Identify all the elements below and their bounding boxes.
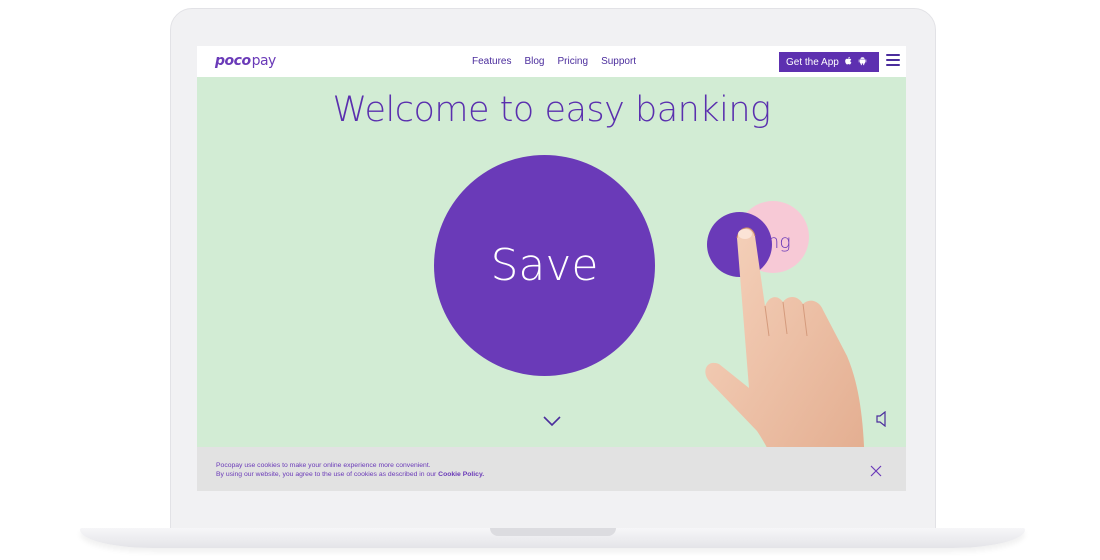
cookie-banner: Pocopay use cookies to make your online … (197, 447, 906, 491)
save-label: Save (490, 240, 599, 291)
nav-link-blog[interactable]: Blog (524, 56, 544, 67)
nav-link-features[interactable]: Features (472, 56, 511, 67)
laptop-notch (490, 528, 616, 536)
cookie-text-line2-body: By using our website, you agree to the u… (216, 471, 437, 478)
get-the-app-button[interactable]: Get the App (779, 52, 879, 72)
logo-poco: poco (215, 53, 251, 69)
speaker-icon[interactable] (876, 410, 890, 428)
cookie-policy-link[interactable]: Cookie Policy. (438, 471, 484, 478)
pocopay-logo[interactable]: pocopay (215, 53, 276, 69)
hero-title: Welcome to easy banking (332, 90, 771, 130)
nav-link-pricing[interactable]: Pricing (557, 56, 588, 67)
cookie-text: Pocopay use cookies to make your online … (216, 461, 484, 479)
save-circle[interactable]: Save (434, 155, 655, 376)
get-the-app-label: Get the App (786, 56, 839, 68)
navbar: pocopay Features Blog Pricing Support Ge… (197, 46, 906, 77)
nav-links: Features Blog Pricing Support (472, 56, 636, 67)
cookie-text-line1: Pocopay use cookies to make your online … (216, 462, 431, 469)
hamburger-menu-icon[interactable] (886, 54, 900, 68)
apple-icon (844, 56, 853, 68)
logo-pay: pay (251, 53, 277, 69)
cookie-text-line2: By using our website, you agree to the u… (216, 470, 484, 479)
close-icon[interactable] (870, 464, 882, 477)
nav-link-support[interactable]: Support (601, 56, 636, 67)
screen: pocopay Features Blog Pricing Support Ge… (197, 46, 906, 491)
chevron-down-icon[interactable] (543, 414, 561, 427)
android-icon (858, 56, 867, 68)
